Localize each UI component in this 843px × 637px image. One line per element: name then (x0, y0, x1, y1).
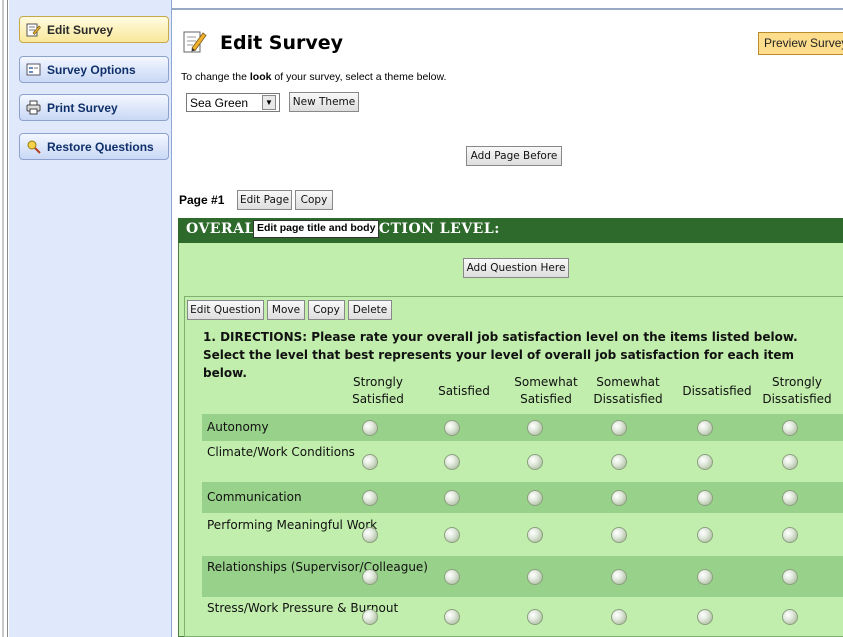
radio-button[interactable] (697, 454, 713, 470)
window-edge (0, 0, 8, 637)
radio-button[interactable] (782, 454, 798, 470)
sidebar-item-edit-survey[interactable]: Edit Survey (19, 16, 169, 43)
edit-document-icon (182, 28, 208, 54)
radio-button[interactable] (362, 420, 378, 436)
radio-button[interactable] (444, 490, 460, 506)
radio-button[interactable] (697, 490, 713, 506)
sidebar: Edit Survey Survey Options Print Survey … (9, 0, 172, 637)
copy-question-button[interactable]: Copy (308, 300, 345, 320)
radio-button[interactable] (697, 527, 713, 543)
theme-select-value: Sea Green (190, 95, 249, 110)
radio-button[interactable] (782, 420, 798, 436)
sidebar-item-restore-questions[interactable]: Restore Questions (19, 133, 169, 160)
radio-button[interactable] (362, 569, 378, 585)
chevron-down-icon[interactable]: ▼ (262, 95, 276, 110)
radio-button[interactable] (697, 609, 713, 625)
column-header: Strongly Satisfied (352, 375, 404, 406)
radio-button[interactable] (611, 420, 627, 436)
sidebar-item-label: Restore Questions (47, 139, 154, 154)
radio-button[interactable] (444, 420, 460, 436)
radio-button[interactable] (444, 527, 460, 543)
radio-button[interactable] (527, 490, 543, 506)
radio-button[interactable] (527, 569, 543, 585)
table-row: Communication (202, 482, 843, 513)
radio-button[interactable] (611, 569, 627, 585)
sidebar-item-label: Edit Survey (47, 22, 114, 37)
instruction-bold: look (249, 71, 272, 83)
edit-page-button[interactable]: Edit Page (237, 190, 292, 210)
radio-button[interactable] (611, 527, 627, 543)
edit-page-tooltip: Edit page title and body (253, 220, 380, 238)
copy-page-button[interactable]: Copy (295, 190, 333, 210)
table-row: Relationships (Supervisor/Colleague) (202, 556, 843, 597)
page-number-label: Page #1 (179, 193, 225, 207)
column-header: Strongly Dissatisfied (762, 375, 832, 406)
instruction-text-end: of your survey, select a theme below. (271, 71, 447, 83)
radio-button[interactable] (527, 609, 543, 625)
sidebar-item-label: Survey Options (47, 62, 136, 77)
page-title: Edit Survey (220, 32, 344, 54)
instruction-text: To change the (181, 71, 250, 83)
row-label: Performing Meaningful Work (207, 518, 378, 532)
radio-button[interactable] (444, 454, 460, 470)
radio-button[interactable] (611, 609, 627, 625)
radio-button[interactable] (444, 569, 460, 585)
radio-button[interactable] (782, 609, 798, 625)
column-header: Satisfied (438, 384, 490, 398)
radio-button[interactable] (527, 454, 543, 470)
radio-button[interactable] (444, 609, 460, 625)
printer-icon (26, 100, 41, 115)
radio-button[interactable] (782, 569, 798, 585)
table-row: Climate/Work Conditions (202, 441, 843, 482)
radio-button[interactable] (697, 569, 713, 585)
delete-question-button[interactable]: Delete (348, 300, 392, 320)
options-icon (26, 62, 41, 77)
add-question-here-button[interactable]: Add Question Here (463, 258, 569, 278)
table-row: Stress/Work Pressure & Burnout (202, 597, 843, 637)
table-row: Performing Meaningful Work (202, 513, 843, 556)
preview-survey-button[interactable]: Preview Survey (758, 32, 843, 55)
radio-button[interactable] (697, 420, 713, 436)
column-header: Somewhat Dissatisfied (593, 375, 663, 406)
new-theme-button[interactable]: New Theme (289, 92, 359, 112)
add-page-before-button[interactable]: Add Page Before (466, 146, 562, 166)
radio-button[interactable] (362, 490, 378, 506)
top-divider (172, 8, 843, 10)
row-label: Relationships (Supervisor/Colleague) (207, 560, 428, 574)
restore-icon (26, 139, 41, 154)
radio-button[interactable] (527, 420, 543, 436)
table-row: Autonomy (202, 414, 843, 441)
row-label: Climate/Work Conditions (207, 445, 355, 459)
edit-question-button[interactable]: Edit Question (187, 300, 264, 320)
edit-icon (26, 22, 41, 37)
radio-button[interactable] (362, 454, 378, 470)
radio-button[interactable] (611, 490, 627, 506)
radio-button[interactable] (362, 527, 378, 543)
sidebar-item-label: Print Survey (47, 100, 118, 115)
theme-instructions: To change the look of your survey, selec… (181, 71, 446, 83)
radio-button[interactable] (611, 454, 627, 470)
row-label: Autonomy (207, 420, 269, 434)
radio-button[interactable] (362, 609, 378, 625)
row-label: Communication (207, 490, 302, 504)
column-header: Somewhat Satisfied (514, 375, 578, 406)
radio-button[interactable] (782, 490, 798, 506)
radio-button[interactable] (782, 527, 798, 543)
sidebar-item-print-survey[interactable]: Print Survey (19, 94, 169, 121)
radio-button[interactable] (527, 527, 543, 543)
column-header: Dissatisfied (682, 384, 752, 398)
sidebar-item-survey-options[interactable]: Survey Options (19, 56, 169, 83)
move-question-button[interactable]: Move (267, 300, 305, 320)
theme-select[interactable]: Sea Green ▼ (186, 93, 280, 112)
